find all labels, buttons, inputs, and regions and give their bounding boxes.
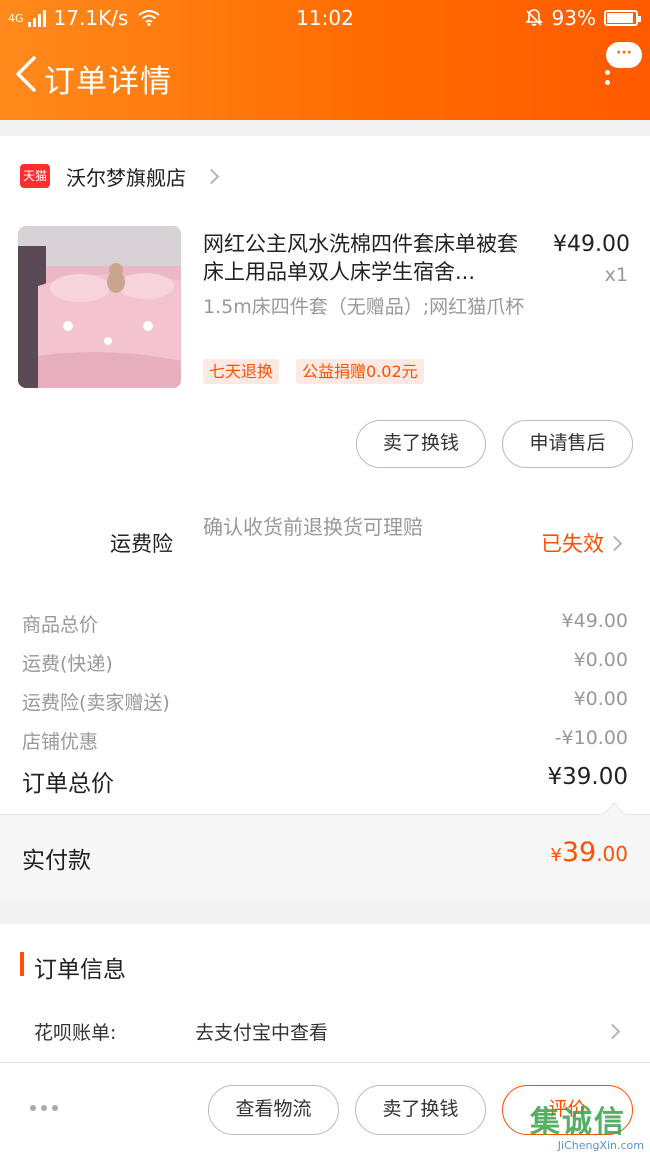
tag-seven-day-return: 七天退换 [203,359,280,384]
paid-decimal: .00 [596,842,628,866]
fee-value: ¥49.00 [561,610,628,632]
huabei-link[interactable]: 去支付宝中查看 [195,1018,328,1045]
product-qty: x1 [604,264,628,286]
fee-label: 运费(快递) [22,653,113,675]
more-actions-icon[interactable] [30,1105,58,1111]
sell-for-cash-bottom-button[interactable]: 卖了换钱 [355,1085,486,1135]
back-arrow-icon[interactable] [8,52,44,96]
shipping-insurance-status[interactable]: 已失效 [541,528,604,558]
page-title: 订单详情 [44,64,172,100]
battery-icon [604,10,641,26]
shop-row[interactable]: 天猫 沃尔梦旗舰店 [20,160,220,192]
product-title[interactable]: 网红公主风水洗棉四件套床单被套床上用品单双人床学生宿舍... [203,230,533,286]
view-logistics-button[interactable]: 查看物流 [208,1085,339,1135]
apply-aftersale-button[interactable]: 申请售后 [502,420,633,468]
more-menu-icon[interactable] [602,70,612,96]
actual-paid-value: ¥39.00 [550,837,628,868]
order-total-value: ¥39.00 [547,764,628,790]
battery-percent: 93% [551,6,596,30]
battery-fill [607,13,634,23]
tag-charity: 公益捐赠0.02元 [296,359,424,384]
order-info-card: 订单信息 花呗账单: 去支付宝中查看 [0,924,650,1064]
product-spec: 1.5m床四件套（无赠品）;网红猫爪杯 [203,296,525,318]
section-accent-bar [20,952,24,976]
bell-muted-icon [524,9,543,26]
paid-notch [602,802,626,826]
chevron-right-icon [203,168,220,184]
shop-name: 沃尔梦旗舰店 [66,165,186,190]
fee-label: 店铺优惠 [22,731,99,753]
watermark-sub: JiChengXin.com [557,1139,644,1152]
header: 4G 17.1K/s 11:02 93% 订单详情 ··· [0,0,650,120]
paid-integer: 39 [561,837,597,868]
huabei-label: 花呗账单: [34,1022,117,1044]
product-price: ¥49.00 [553,232,630,257]
shipping-insurance-desc: 确认收货前退换货可理赔 [203,515,423,539]
huabei-chevron-icon[interactable] [604,1022,621,1041]
status-bar: 4G 17.1K/s 11:02 93% [0,0,650,36]
paid-currency: ¥ [550,845,562,866]
fee-label: 商品总价 [22,614,99,636]
tmall-badge: 天猫 [20,164,50,188]
actual-paid-box: 实付款 ¥39.00 [0,802,650,900]
order-card: 天猫 沃尔梦旗舰店 网红公主风水洗棉四件套床单被套床上用品单双人床学生宿舍...… [0,136,650,900]
sell-for-cash-button[interactable]: 卖了换钱 [356,420,486,468]
message-bubble-icon[interactable]: ··· [606,42,642,68]
watermark-main: 集诚信 [530,1105,626,1140]
bottom-action-bar: 查看物流 卖了换钱 评价 集诚信 JiChengXin.com [0,1062,650,1155]
order-info-title: 订单信息 [34,957,126,983]
fee-label: 运费险(卖家赠送) [22,692,170,714]
status-right: 93% [524,6,641,30]
order-total-label: 订单总价 [22,771,114,797]
fee-value: ¥0.00 [573,688,628,710]
fee-value: ¥0.00 [573,649,628,671]
watermark-logo: 集诚信 JiChengXin.com [530,1107,648,1153]
insurance-chevron-icon[interactable] [606,534,623,553]
actual-paid-label: 实付款 [22,848,91,874]
product-image[interactable] [18,226,181,388]
shipping-insurance-label: 运费险 [110,532,173,556]
fee-value: -¥10.00 [554,727,628,749]
